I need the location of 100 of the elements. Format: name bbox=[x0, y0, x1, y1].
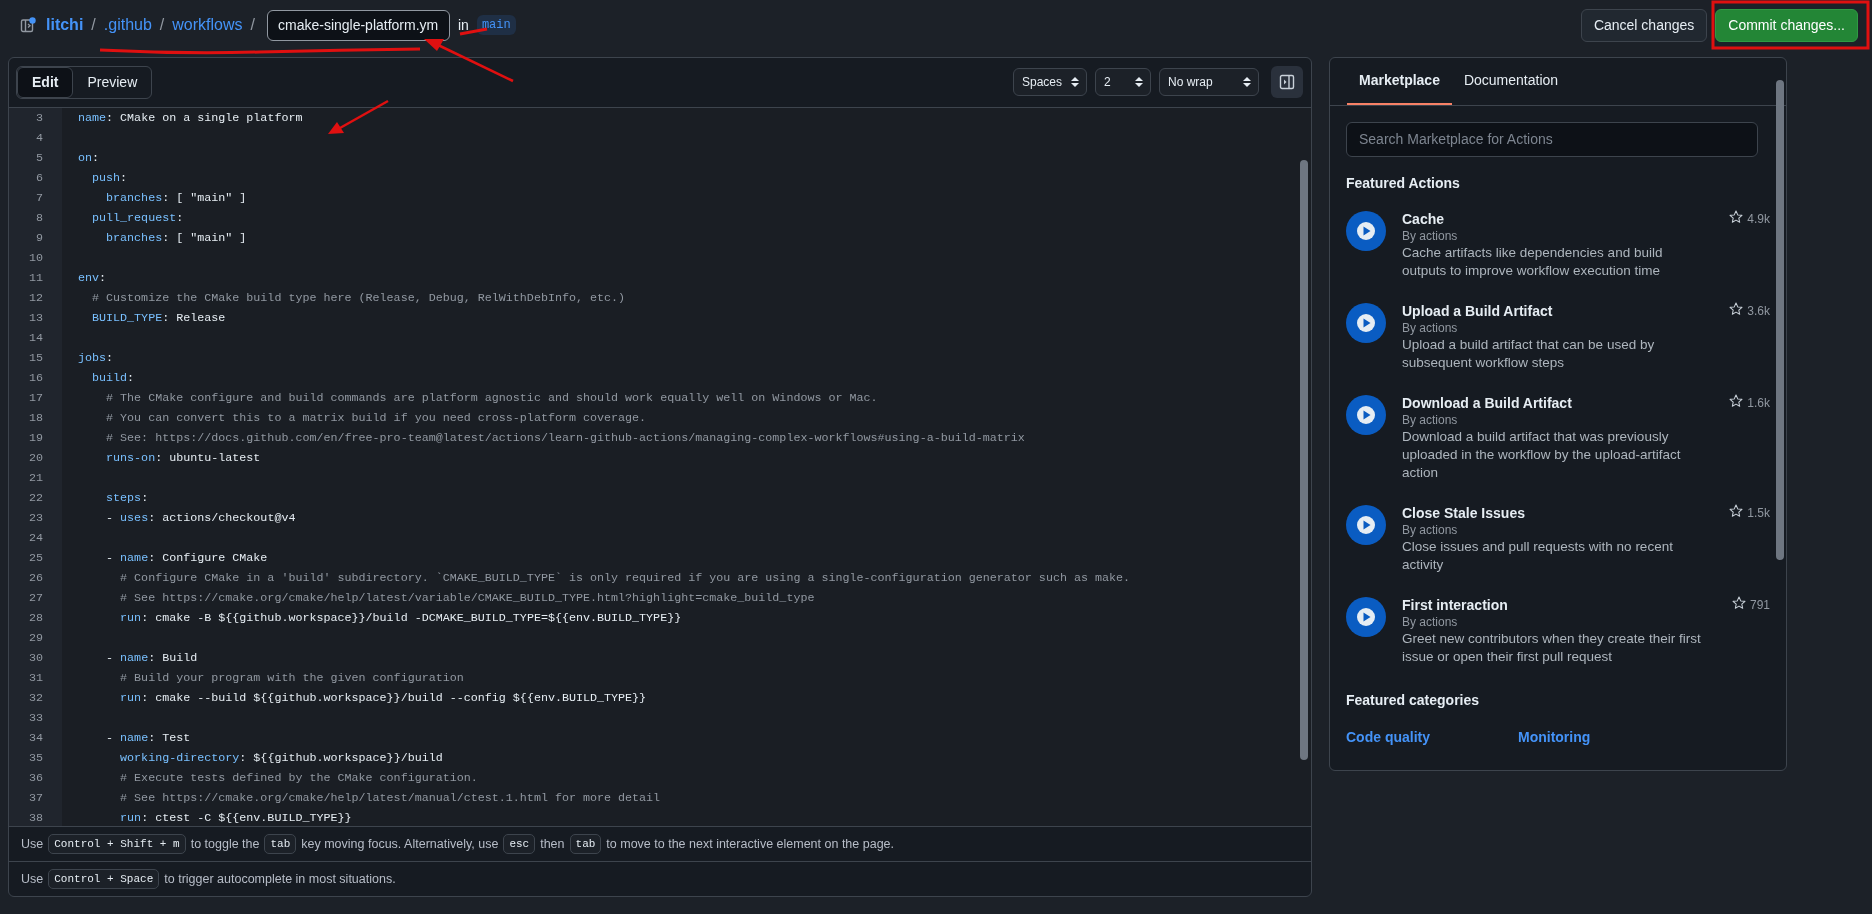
line-number: 6 bbox=[35, 169, 44, 187]
line-number: 38 bbox=[27, 809, 44, 827]
panel-tab[interactable]: Marketplace bbox=[1347, 58, 1452, 105]
line-number: 26 bbox=[27, 569, 44, 587]
in-label: in bbox=[458, 15, 469, 35]
action-author: By actions bbox=[1402, 614, 1459, 630]
action-description: Close issues and pull requests with no recent activity bbox=[1402, 538, 1674, 574]
code-line: # See: https://docs.github.com/en/free-pro-team@latest/actions/learn-github-actions/managing-complex-workflows#using-a-build-matrix bbox=[105, 430, 1025, 445]
wrap-mode-select[interactable]: No wrap bbox=[1159, 68, 1259, 97]
breadcrumb-link[interactable]: .github bbox=[103, 13, 152, 37]
code-line: - uses: actions/checkout@v4 bbox=[105, 510, 296, 525]
line-number: 9 bbox=[35, 229, 44, 247]
hint-text: Use bbox=[21, 870, 44, 888]
play-icon bbox=[1346, 211, 1386, 251]
code-line: branches: [ "main" ] bbox=[105, 190, 247, 205]
code-line: build: bbox=[91, 370, 135, 385]
action-title[interactable]: Download a Build Artifact bbox=[1402, 394, 1714, 412]
branch-name: main bbox=[476, 15, 516, 35]
line-number: 10 bbox=[27, 249, 44, 267]
line-number: 33 bbox=[27, 709, 44, 727]
indent-size-select[interactable]: 2 bbox=[1095, 68, 1151, 97]
line-number: 4 bbox=[35, 129, 44, 147]
caret-icon bbox=[1071, 76, 1079, 89]
star-icon bbox=[1729, 302, 1744, 316]
code-line: run: cmake --build ${{github.workspace}}/build --config ${{env.BUILD_TYPE}} bbox=[119, 690, 647, 705]
panel-tab[interactable]: Documentation bbox=[1451, 58, 1571, 105]
code-line: # See https://cmake.org/cmake/help/latest/manual/ctest.1.html for more detail bbox=[119, 790, 661, 805]
category-link[interactable]: Code quality bbox=[1346, 727, 1518, 748]
code-line: jobs: bbox=[78, 350, 114, 365]
breadcrumb-separator: / bbox=[159, 15, 165, 35]
line-number: 14 bbox=[27, 329, 44, 347]
play-icon bbox=[1346, 395, 1386, 435]
line-number: 20 bbox=[27, 449, 44, 467]
action-author: By actions bbox=[1402, 320, 1459, 336]
line-number: 3 bbox=[35, 109, 44, 127]
line-number: 31 bbox=[27, 669, 44, 687]
star-count: 1.5k bbox=[1747, 505, 1770, 522]
keyboard-key: Control + Space bbox=[48, 868, 160, 890]
line-number: 12 bbox=[27, 289, 44, 307]
star-count: 3.6k bbox=[1747, 303, 1770, 320]
action-description: Download a build artifact that was previously uploaded in the workflow by the upload-artifact action bbox=[1402, 428, 1682, 482]
breadcrumb-separator: / bbox=[91, 15, 96, 35]
mode-tab[interactable]: Edit bbox=[17, 66, 74, 98]
star-count: 1.6k bbox=[1747, 395, 1770, 412]
action-title[interactable]: Close Stale Issues bbox=[1402, 504, 1714, 522]
hint-text: to move to the next interactive element on the page. bbox=[606, 835, 895, 853]
line-number: 27 bbox=[27, 589, 44, 607]
line-number: 32 bbox=[27, 689, 44, 707]
line-number: 22 bbox=[27, 489, 44, 507]
code-line: # Execute tests defined by the CMake configuration. bbox=[119, 770, 478, 785]
line-number: 8 bbox=[35, 209, 44, 227]
code-line: steps: bbox=[105, 490, 149, 505]
line-number: 11 bbox=[27, 269, 44, 287]
indent-mode-select[interactable]: Spaces bbox=[1013, 68, 1087, 97]
code-line: # Customize the CMake build type here (Release, Debug, RelWithDebInfo, etc.) bbox=[91, 290, 626, 305]
code-line: pull_request: bbox=[91, 210, 184, 225]
hint-text: to trigger autocomplete in most situations. bbox=[164, 870, 396, 888]
action-title[interactable]: Cache bbox=[1402, 210, 1714, 228]
action-title[interactable]: First interaction bbox=[1402, 596, 1716, 614]
sidebar-toggle-icon[interactable] bbox=[20, 17, 36, 33]
hint-text: key moving focus. Alternatively, use bbox=[301, 835, 499, 853]
line-number: 18 bbox=[27, 409, 44, 427]
code-line: runs-on: ubuntu-latest bbox=[105, 450, 261, 465]
keyboard-key: tab bbox=[569, 833, 602, 855]
code-line: # See https://cmake.org/cmake/help/latest/variable/CMAKE_BUILD_TYPE.html?highlight=cmake_build_type bbox=[119, 590, 815, 605]
code-line: # You can convert this to a matrix build if you need cross-platform coverage. bbox=[105, 410, 647, 425]
line-number: 17 bbox=[27, 389, 44, 407]
breadcrumb-separator: / bbox=[250, 15, 255, 35]
breadcrumb-link[interactable]: litchi bbox=[46, 13, 84, 37]
line-number: 13 bbox=[27, 309, 44, 327]
filename-field[interactable]: cmake-single-platform.ym bbox=[267, 9, 450, 41]
cancel-button[interactable]: Cancel changes bbox=[1580, 8, 1708, 42]
code-line: # Build your program with the given configuration bbox=[119, 670, 464, 685]
line-number: 19 bbox=[27, 429, 44, 447]
play-icon bbox=[1346, 505, 1386, 545]
play-icon bbox=[1346, 597, 1386, 637]
code-line: - name: Configure CMake bbox=[105, 550, 268, 565]
star-count: 791 bbox=[1749, 597, 1770, 614]
star-icon bbox=[1729, 504, 1744, 518]
star-count: 4.9k bbox=[1747, 211, 1770, 228]
category-link[interactable]: Monitoring bbox=[1518, 727, 1690, 748]
code-line: run: ctest -C ${{env.BUILD_TYPE}} bbox=[119, 810, 352, 825]
line-number: 29 bbox=[27, 629, 44, 647]
commit-button[interactable]: Commit changes... bbox=[1715, 8, 1858, 42]
keyboard-key: tab bbox=[264, 833, 297, 855]
line-number: 7 bbox=[35, 189, 44, 207]
panel-toggle-button[interactable] bbox=[1271, 66, 1303, 99]
play-icon bbox=[1346, 303, 1386, 343]
annotation-arrow bbox=[328, 99, 389, 134]
code-line: env: bbox=[78, 270, 107, 285]
section-heading: Featured categories bbox=[1346, 691, 1481, 710]
search-field[interactable]: Search Marketplace for Actions bbox=[1346, 122, 1758, 157]
breadcrumb-link[interactable]: workflows bbox=[172, 13, 243, 37]
action-title[interactable]: Upload a Build Artifact bbox=[1402, 302, 1714, 320]
code-line: # The CMake configure and build commands are platform agnostic and should work equally well on Windows or Mac. bbox=[105, 390, 878, 405]
code-line: BUILD_TYPE: Release bbox=[91, 310, 226, 325]
mode-tab[interactable]: Preview bbox=[73, 66, 152, 98]
code-line: name: CMake on a single platform bbox=[78, 110, 303, 125]
code-line: branches: [ "main" ] bbox=[105, 230, 247, 245]
action-description: Cache artifacts like dependencies and build outputs to improve workflow execution time bbox=[1402, 244, 1664, 280]
